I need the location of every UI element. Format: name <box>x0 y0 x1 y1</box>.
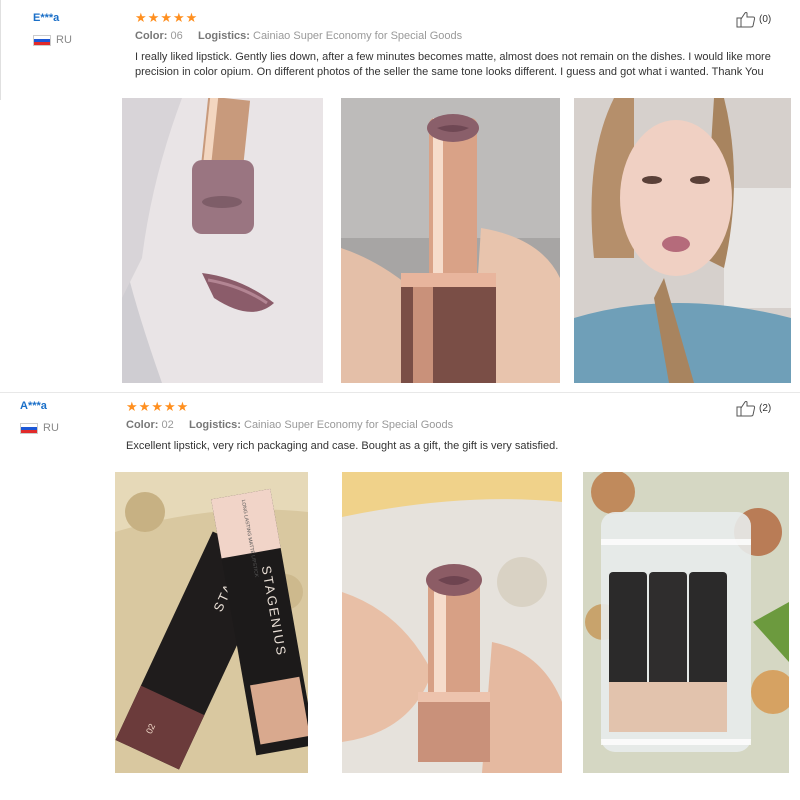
lipstick-swatch-image <box>122 98 323 383</box>
reviewer-name[interactable]: A***a <box>20 400 47 412</box>
thumbs-up-icon <box>736 12 756 28</box>
helpful-button[interactable]: (0) <box>736 11 771 28</box>
like-count: (0) <box>759 14 772 25</box>
review-text: Excellent lipstick, very rich packaging … <box>126 440 559 452</box>
like-count: (2) <box>759 403 772 414</box>
color-value: 02 <box>161 419 174 431</box>
bubble-packaging-image <box>583 472 789 773</box>
review-meta: Color: 02 Logistics: Cainiao Super Econo… <box>126 419 453 431</box>
star-icon: ★ <box>163 399 176 414</box>
woman-wearing-lipstick-image <box>574 98 791 383</box>
reviewer-country: RU <box>33 34 72 46</box>
star-rating: ★ ★ ★ ★ ★ <box>126 400 188 413</box>
logistics-value: Cainiao Super Economy for Special Goods <box>253 30 463 42</box>
review-photo[interactable]: STAGENIUS 02 STAGENIUS LONG LASTING MATT… <box>115 472 308 773</box>
lipstick-in-hand-image <box>342 472 562 773</box>
flag-ru-icon <box>20 422 38 434</box>
lipstick-boxes-image: STAGENIUS 02 STAGENIUS LONG LASTING MATT… <box>115 472 308 773</box>
reviewer-name[interactable]: E***a <box>33 12 59 24</box>
color-label: Color: <box>126 419 159 431</box>
star-icon: ★ <box>151 399 163 414</box>
color-value: 06 <box>170 30 183 42</box>
country-code: RU <box>56 34 72 46</box>
star-icon: ★ <box>160 10 172 25</box>
review-photo[interactable] <box>583 472 789 773</box>
star-icon: ★ <box>135 10 147 25</box>
review-photo[interactable] <box>341 98 560 383</box>
star-icon: ★ <box>185 10 198 25</box>
star-icon: ★ <box>147 10 160 25</box>
logistics-value: Cainiao Super Economy for Special Goods <box>244 419 454 431</box>
star-rating: ★ ★ ★ ★ ★ <box>135 11 197 24</box>
country-code: RU <box>43 422 59 434</box>
thumbs-up-icon <box>736 401 756 417</box>
review-photo[interactable] <box>342 472 562 773</box>
star-icon: ★ <box>172 10 185 25</box>
flag-ru-icon <box>33 34 51 46</box>
color-label: Color: <box>135 30 168 42</box>
review-item: E***a RU ★ ★ ★ ★ ★ Color: 06 Logistics: … <box>0 0 800 392</box>
logistics-label: Logistics: <box>188 419 241 431</box>
review-meta: Color: 06 Logistics: Cainiao Super Econo… <box>135 30 462 42</box>
lipstick-in-hand-image <box>341 98 560 383</box>
review-item: A***a RU ★ ★ ★ ★ ★ Color: 02 Logistics: … <box>0 392 800 800</box>
star-icon: ★ <box>176 399 189 414</box>
star-icon: ★ <box>138 399 151 414</box>
reviewer-country: RU <box>20 422 59 434</box>
star-icon: ★ <box>126 399 138 414</box>
helpful-button[interactable]: (2) <box>736 400 771 417</box>
review-photo[interactable] <box>122 98 323 383</box>
review-photo[interactable] <box>574 98 791 383</box>
review-text: I really liked lipstick. Gently lies dow… <box>135 51 771 78</box>
logistics-label: Logistics: <box>197 30 250 42</box>
